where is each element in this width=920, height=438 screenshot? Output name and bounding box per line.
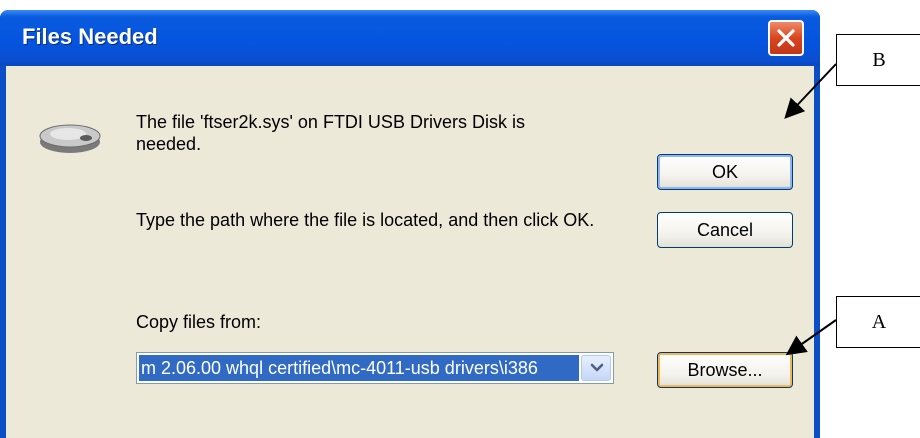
copy-files-from-input[interactable]: m 2.06.00 whql certified\mc-4011-usb dri… <box>139 355 579 381</box>
close-button[interactable] <box>768 20 804 56</box>
copy-files-from-combobox[interactable]: m 2.06.00 whql certified\mc-4011-usb dri… <box>136 352 614 384</box>
close-x-icon <box>777 29 795 47</box>
dialog-title: Files Needed <box>22 24 158 49</box>
dropdown-button[interactable] <box>581 355 611 381</box>
files-needed-dialog: Files Needed The file 'ftser2k.sys' on F… <box>0 10 820 438</box>
title-bar[interactable]: Files Needed <box>0 10 820 66</box>
disk-drive-icon <box>39 124 101 153</box>
copy-files-label: Copy files from: <box>136 312 262 332</box>
dialog-body: The file 'ftser2k.sys' on FTDI USB Drive… <box>6 66 814 438</box>
chevron-down-icon <box>590 363 604 372</box>
ok-button[interactable]: OK <box>657 154 793 190</box>
callout-a: A <box>836 296 920 348</box>
browse-button[interactable]: Browse... <box>657 352 793 388</box>
file-needed-message: The file 'ftser2k.sys' on FTDI USB Drive… <box>136 112 525 154</box>
instruction-message: Type the path where the file is located,… <box>136 210 595 230</box>
callout-b: B <box>836 34 920 86</box>
cancel-button[interactable]: Cancel <box>657 212 793 248</box>
